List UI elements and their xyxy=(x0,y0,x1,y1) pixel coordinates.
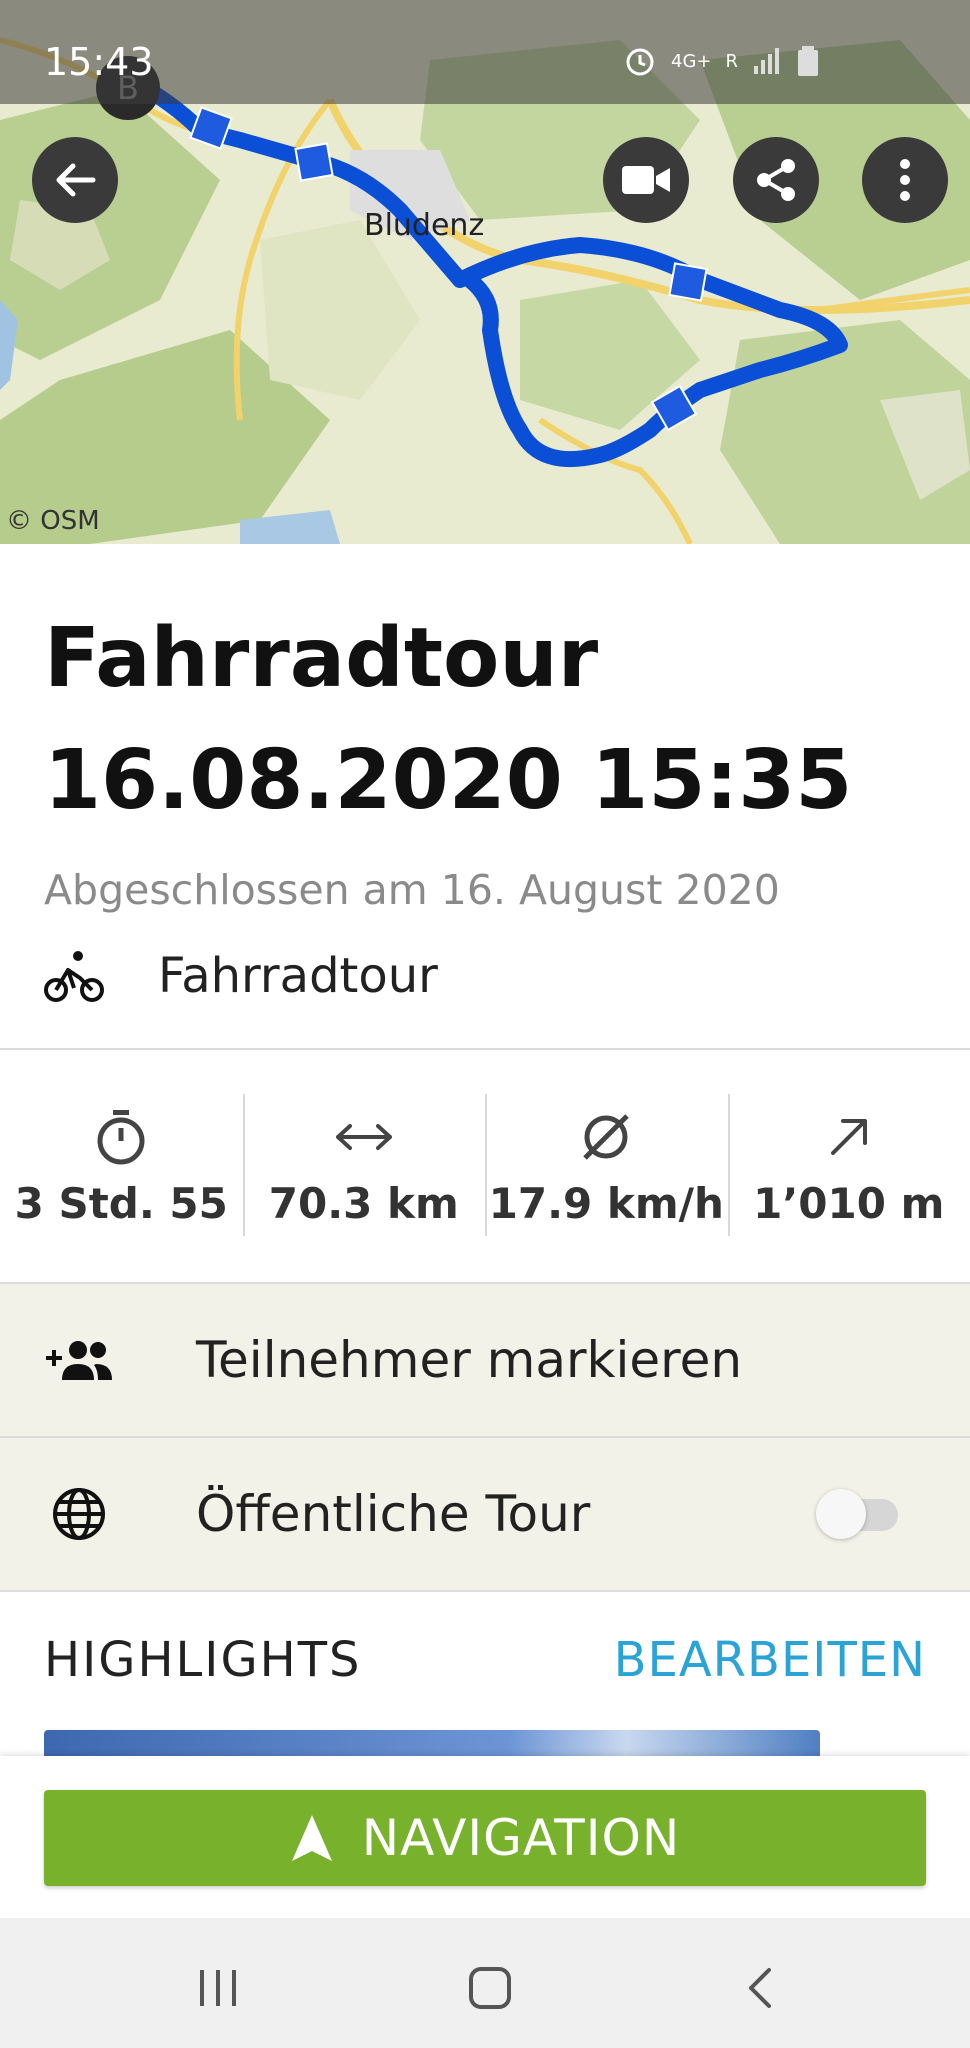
navigation-label: NAVIGATION xyxy=(361,1809,681,1867)
bicycle-icon xyxy=(44,951,104,1002)
roaming-indicator: R xyxy=(725,50,738,72)
share-button[interactable] xyxy=(733,137,819,223)
alarm-icon xyxy=(626,48,654,76)
stopwatch-icon xyxy=(97,1109,145,1164)
public-tour-row[interactable]: Öffentliche Tour xyxy=(0,1438,970,1590)
arrow-left-icon xyxy=(56,163,96,197)
tour-title: Fahrradtour 16.08.2020 15:35 xyxy=(44,611,853,828)
mark-participants-row[interactable]: Teilnehmer markieren xyxy=(0,1284,970,1436)
edit-highlights-button[interactable]: BEARBEITEN xyxy=(614,1632,926,1688)
home-button[interactable] xyxy=(460,1958,520,2018)
stat-duration: 3 Std. 55 xyxy=(0,1048,243,1284)
divider xyxy=(0,1590,970,1592)
tour-type: Fahrradtour xyxy=(44,944,438,1008)
chevron-left-icon xyxy=(749,1968,771,2008)
status-icons: 4G+ R xyxy=(623,44,820,78)
battery-icon xyxy=(798,46,818,76)
network-type: 4G+ xyxy=(671,50,712,72)
recent-apps-icon xyxy=(200,1970,236,2006)
stat-distance-value: 70.3 km xyxy=(268,1178,459,1228)
add-people-icon xyxy=(46,1341,112,1380)
tour-stats: 3 Std. 55 70.3 km 17.9 km/h 1’010 m xyxy=(0,1048,970,1284)
public-tour-label: Öffentliche Tour xyxy=(196,1485,591,1543)
stat-duration-value: 3 Std. 55 xyxy=(14,1178,228,1228)
more-options-button[interactable] xyxy=(862,137,948,223)
home-icon xyxy=(469,1967,511,2009)
town-label: Bludenz xyxy=(364,208,485,243)
signal-icon xyxy=(754,48,779,74)
tour-map[interactable]: B Bludenz © OSM 15:43 4G+ R xyxy=(0,0,970,544)
back-button[interactable] xyxy=(32,137,118,223)
navigation-arrow-icon xyxy=(291,1815,332,1861)
back-nav-button[interactable] xyxy=(730,1958,790,2018)
recent-apps-button[interactable] xyxy=(188,1958,248,2018)
public-tour-toggle[interactable] xyxy=(816,1489,898,1539)
stat-distance: 70.3 km xyxy=(242,1048,486,1284)
mark-participants-label: Teilnehmer markieren xyxy=(196,1331,743,1389)
status-bar: 15:43 4G+ R xyxy=(0,0,970,104)
completed-date: Abgeschlossen am 16. August 2020 xyxy=(44,866,780,914)
stat-ascent: 1’010 m xyxy=(727,1048,970,1284)
navigation-button[interactable]: NAVIGATION xyxy=(44,1790,926,1886)
horizontal-arrows-icon xyxy=(335,1123,392,1150)
share-icon xyxy=(757,159,795,201)
diameter-icon xyxy=(583,1113,630,1160)
tour-type-label: Fahrradtour xyxy=(158,948,438,1004)
stat-avg-speed-value: 17.9 km/h xyxy=(488,1178,724,1228)
status-time: 15:43 xyxy=(44,40,154,84)
map-attribution: © OSM xyxy=(6,506,100,536)
globe-icon xyxy=(53,1488,105,1540)
arrow-up-right-icon xyxy=(830,1118,867,1155)
system-nav-bar xyxy=(0,1918,970,2048)
highlights-title: HIGHLIGHTS xyxy=(44,1632,362,1688)
stat-avg-speed: 17.9 km/h xyxy=(485,1048,728,1284)
video-camera-icon xyxy=(622,166,670,194)
video-button[interactable] xyxy=(603,137,689,223)
more-vert-icon xyxy=(900,159,910,201)
stat-ascent-value: 1’010 m xyxy=(753,1178,945,1228)
